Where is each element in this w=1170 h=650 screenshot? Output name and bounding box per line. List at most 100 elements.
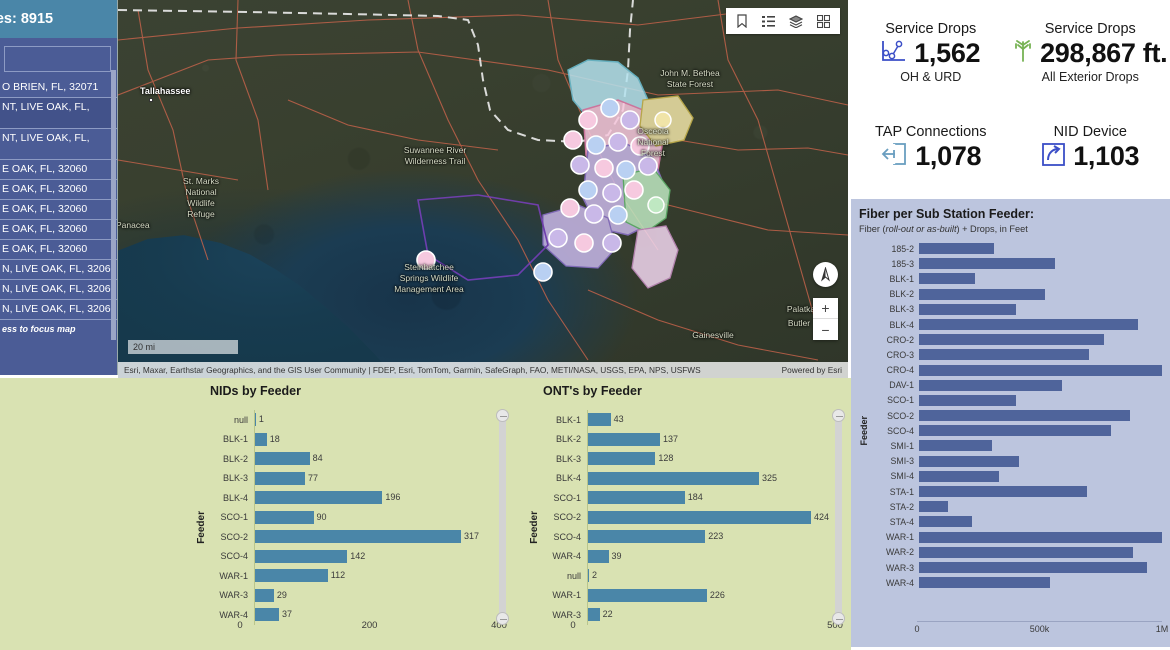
fiber-bar-row[interactable]: STA-1: [873, 484, 1162, 499]
bar-row[interactable]: BLK-2 137: [543, 429, 851, 449]
slider-knob-top[interactable]: [832, 409, 845, 422]
bar-row[interactable]: BLK-4 196: [210, 488, 515, 508]
bar-row[interactable]: BLK-1 18: [210, 429, 515, 449]
fiber-bar[interactable]: [919, 516, 973, 528]
sidebar-search-input[interactable]: [4, 46, 111, 72]
fiber-bar-row[interactable]: BLK-1: [873, 271, 1162, 286]
fiber-bar[interactable]: [919, 288, 1046, 300]
bar-row[interactable]: BLK-3 77: [210, 468, 515, 488]
list-item[interactable]: N, LIVE OAK, FL, 32060: [0, 280, 117, 300]
bar[interactable]: [588, 471, 759, 485]
fiber-bar-row[interactable]: WAR-2: [873, 545, 1162, 560]
list-item[interactable]: NT, LIVE OAK, FL,: [0, 98, 117, 129]
kpi-card-tap-connections[interactable]: TAP Connections 1,078: [851, 101, 1011, 198]
fiber-bar[interactable]: [919, 364, 1162, 376]
fiber-bar[interactable]: [919, 440, 992, 452]
fiber-bar[interactable]: [919, 561, 1148, 573]
zoom-in-button[interactable]: +: [813, 298, 838, 319]
fiber-bar-row[interactable]: BLK-4: [873, 317, 1162, 332]
bar-row[interactable]: BLK-3 128: [543, 449, 851, 469]
fiber-bar[interactable]: [919, 410, 1131, 422]
bar-row[interactable]: WAR-4 39: [543, 546, 851, 566]
bar-row[interactable]: WAR-1 226: [543, 585, 851, 605]
bar-row[interactable]: SCO-1 184: [543, 488, 851, 508]
fiber-bar-row[interactable]: STA-4: [873, 514, 1162, 529]
kpi-card-nid-device[interactable]: NID Device 1,103: [1011, 101, 1170, 198]
legend-icon[interactable]: [762, 15, 775, 28]
basemap-icon[interactable]: [817, 14, 830, 28]
slider-track[interactable]: [835, 416, 842, 618]
list-item[interactable]: N, LIVE OAK, FL, 32060: [0, 260, 117, 280]
bar[interactable]: [588, 452, 656, 465]
layers-icon[interactable]: [789, 14, 803, 28]
bar-row[interactable]: WAR-1 112: [210, 566, 515, 586]
fiber-bar[interactable]: [919, 470, 1000, 482]
bar[interactable]: [255, 471, 306, 485]
bar[interactable]: [588, 413, 611, 426]
bar[interactable]: [255, 491, 383, 504]
bar-row[interactable]: WAR-3 29: [210, 585, 515, 605]
nids-range-slider[interactable]: [496, 408, 509, 626]
fiber-bar-row[interactable]: DAV-1: [873, 378, 1162, 393]
bar[interactable]: [588, 432, 661, 446]
fiber-bar-row[interactable]: CRO-3: [873, 347, 1162, 362]
map-view[interactable]: Tallahassee St. Marks National Wildlife …: [118, 0, 848, 378]
onts-chart[interactable]: Feeder BLK-1 43 BLK-2 137 BLK-3 128 BLK-4 325 SC…: [515, 404, 851, 650]
slider-knob-top[interactable]: [496, 409, 509, 422]
fiber-bar[interactable]: [919, 501, 949, 513]
bar[interactable]: [588, 549, 609, 563]
bar[interactable]: [255, 452, 310, 465]
list-item[interactable]: E OAK, FL, 32060: [0, 200, 117, 220]
fiber-bar-row[interactable]: WAR-3: [873, 560, 1162, 575]
kpi-card-service-drops-length[interactable]: Service Drops 298,867 ft. All Exterior D…: [1011, 4, 1170, 101]
slider-knob-bottom[interactable]: [496, 612, 509, 625]
fiber-bar-row[interactable]: SCO-2: [873, 408, 1162, 423]
nids-chart[interactable]: Feeder null 1 BLK-1 18 BLK-2 84 BLK-3 77 BLK-4 19…: [182, 404, 515, 650]
fiber-bar-row[interactable]: BLK-2: [873, 287, 1162, 302]
compass-icon[interactable]: [813, 262, 838, 287]
onts-range-slider[interactable]: [832, 408, 845, 626]
list-item[interactable]: E OAK, FL, 32060: [0, 240, 117, 260]
bar[interactable]: [588, 491, 685, 504]
fiber-bar[interactable]: [919, 349, 1090, 361]
fiber-bar-row[interactable]: SCO-1: [873, 393, 1162, 408]
fiber-bar[interactable]: [919, 303, 1017, 315]
list-item[interactable]: NT, LIVE OAK, FL,: [0, 129, 117, 160]
kpi-card-service-drops-count[interactable]: Service Drops 1,562 OH & URD: [851, 4, 1011, 101]
zoom-out-button[interactable]: −: [813, 319, 838, 340]
bar-row[interactable]: null 1: [210, 410, 515, 430]
bar-row[interactable]: null 2: [543, 566, 851, 586]
bar[interactable]: [255, 510, 314, 524]
bar-row[interactable]: SCO-4 223: [543, 527, 851, 547]
sidebar-scrollbar[interactable]: [111, 70, 116, 340]
map-zoom-controls[interactable]: + −: [813, 298, 838, 340]
bar-row[interactable]: SCO-2 317: [210, 527, 515, 547]
list-item[interactable]: O BRIEN, FL, 32071: [0, 78, 117, 98]
bar-row[interactable]: BLK-1 43: [543, 410, 851, 430]
bar[interactable]: [255, 549, 348, 563]
bookmark-icon[interactable]: [736, 14, 748, 28]
fiber-bar-row[interactable]: SMI-3: [873, 454, 1162, 469]
fiber-bar-row[interactable]: 185-3: [873, 256, 1162, 271]
bar[interactable]: [255, 569, 328, 582]
slider-knob-bottom[interactable]: [832, 612, 845, 625]
fiber-bar[interactable]: [919, 258, 1056, 270]
list-item[interactable]: N, LIVE OAK, FL, 32060: [0, 300, 117, 320]
fiber-bar[interactable]: [919, 577, 1051, 589]
bar-row[interactable]: BLK-2 84: [210, 449, 515, 469]
bar[interactable]: [255, 588, 274, 602]
fiber-bar[interactable]: [919, 379, 1063, 391]
address-list[interactable]: O BRIEN, FL, 32071 NT, LIVE OAK, FL, NT,…: [0, 78, 117, 320]
fiber-bar-row[interactable]: SMI-1: [873, 438, 1162, 453]
fiber-bar-row[interactable]: 185-2: [873, 241, 1162, 256]
slider-track[interactable]: [499, 416, 506, 618]
fiber-bar[interactable]: [919, 394, 1017, 406]
bar-row[interactable]: SCO-1 90: [210, 507, 515, 527]
fiber-bar[interactable]: [919, 318, 1138, 330]
fiber-bar-row[interactable]: SCO-4: [873, 423, 1162, 438]
bar[interactable]: [255, 530, 462, 543]
fiber-bar[interactable]: [919, 455, 1019, 467]
bar-row[interactable]: SCO-2 424: [543, 507, 851, 527]
fiber-bar-row[interactable]: CRO-2: [873, 332, 1162, 347]
fiber-bar-row[interactable]: BLK-3: [873, 302, 1162, 317]
